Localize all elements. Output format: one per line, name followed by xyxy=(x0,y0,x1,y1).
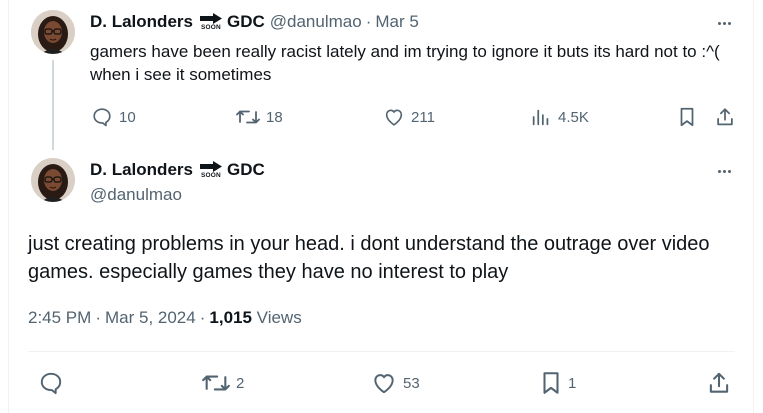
reply-icon xyxy=(40,372,62,395)
tweet-date[interactable]: Mar 5 xyxy=(375,12,418,32)
tweet-date[interactable]: Mar 5, 2024 xyxy=(105,308,196,327)
tweet-time[interactable]: 2:45 PM xyxy=(28,308,91,327)
reply-button[interactable]: 10 xyxy=(91,106,136,128)
bookmark-button[interactable] xyxy=(677,106,697,128)
retweet-icon xyxy=(202,375,230,391)
retweet-count: 2 xyxy=(236,374,245,392)
retweet-icon xyxy=(236,110,260,124)
timeline-left-border xyxy=(8,0,9,413)
heart-icon xyxy=(374,374,394,394)
soon-arrow-badge: SOON xyxy=(199,13,223,31)
share-button[interactable] xyxy=(714,106,736,128)
avatar-image xyxy=(31,10,75,54)
tweet-text: gamers have been really racist lately an… xyxy=(90,42,720,84)
soon-label: SOON xyxy=(200,24,221,31)
separator-dot: · xyxy=(95,308,101,327)
timeline-right-border xyxy=(753,0,754,413)
retweet-count: 18 xyxy=(266,108,283,126)
avatar[interactable] xyxy=(31,158,75,202)
bookmark-button[interactable]: 1 xyxy=(540,370,576,396)
avatar[interactable] xyxy=(31,10,75,54)
bookmark-count: 1 xyxy=(568,374,577,392)
author-name[interactable]: D. Lalonders xyxy=(90,160,193,180)
share-icon xyxy=(709,372,729,393)
author-handle[interactable]: @danulmao xyxy=(90,185,182,205)
like-count: 53 xyxy=(403,374,420,392)
more-icon[interactable] xyxy=(718,170,731,173)
separator-dot: · xyxy=(199,308,206,327)
arrow-right-icon xyxy=(199,13,222,24)
tweet-meta: 2:45 PM · Mar 5, 2024 · 1,015 Views xyxy=(28,308,302,328)
author-handle[interactable]: @danulmao xyxy=(270,12,362,32)
soon-label: SOON xyxy=(200,172,221,179)
divider xyxy=(28,351,735,352)
author-name-suffix[interactable]: GDC xyxy=(227,12,265,32)
heart-icon xyxy=(385,109,403,126)
like-button[interactable]: 211 xyxy=(383,106,435,128)
separator-dot: · xyxy=(365,12,372,31)
share-icon xyxy=(717,108,733,126)
bookmark-icon xyxy=(680,107,694,127)
reply-count: 10 xyxy=(119,108,136,126)
analytics-icon xyxy=(532,109,549,126)
views-button[interactable]: 4.5K xyxy=(530,106,589,128)
main-author-row: D. Lalonders SOON GDC xyxy=(90,160,265,180)
share-button[interactable] xyxy=(706,370,732,396)
reply-button[interactable] xyxy=(38,370,64,396)
soon-arrow-badge: SOON xyxy=(199,161,223,179)
thread-connector-line xyxy=(52,60,54,150)
retweet-button[interactable]: 18 xyxy=(236,106,283,128)
retweet-button[interactable]: 2 xyxy=(202,370,244,396)
bookmark-icon xyxy=(543,372,559,394)
avatar-image xyxy=(31,158,75,202)
views-count: 4.5K xyxy=(558,108,589,126)
more-icon[interactable] xyxy=(718,22,731,25)
like-button[interactable]: 53 xyxy=(371,370,420,396)
arrow-right-icon xyxy=(199,161,222,172)
author-name-suffix[interactable]: GDC xyxy=(227,160,265,180)
tweet-text: just creating problems in your head. i d… xyxy=(28,233,710,283)
reply-icon xyxy=(93,108,111,127)
like-count: 211 xyxy=(411,108,435,126)
reply-author-row: D. Lalonders SOON GDC @danulmao · Mar 5 xyxy=(90,12,419,32)
views-count: 1,015 xyxy=(209,308,252,327)
author-name[interactable]: D. Lalonders xyxy=(90,12,193,32)
views-label: Views xyxy=(256,308,302,327)
